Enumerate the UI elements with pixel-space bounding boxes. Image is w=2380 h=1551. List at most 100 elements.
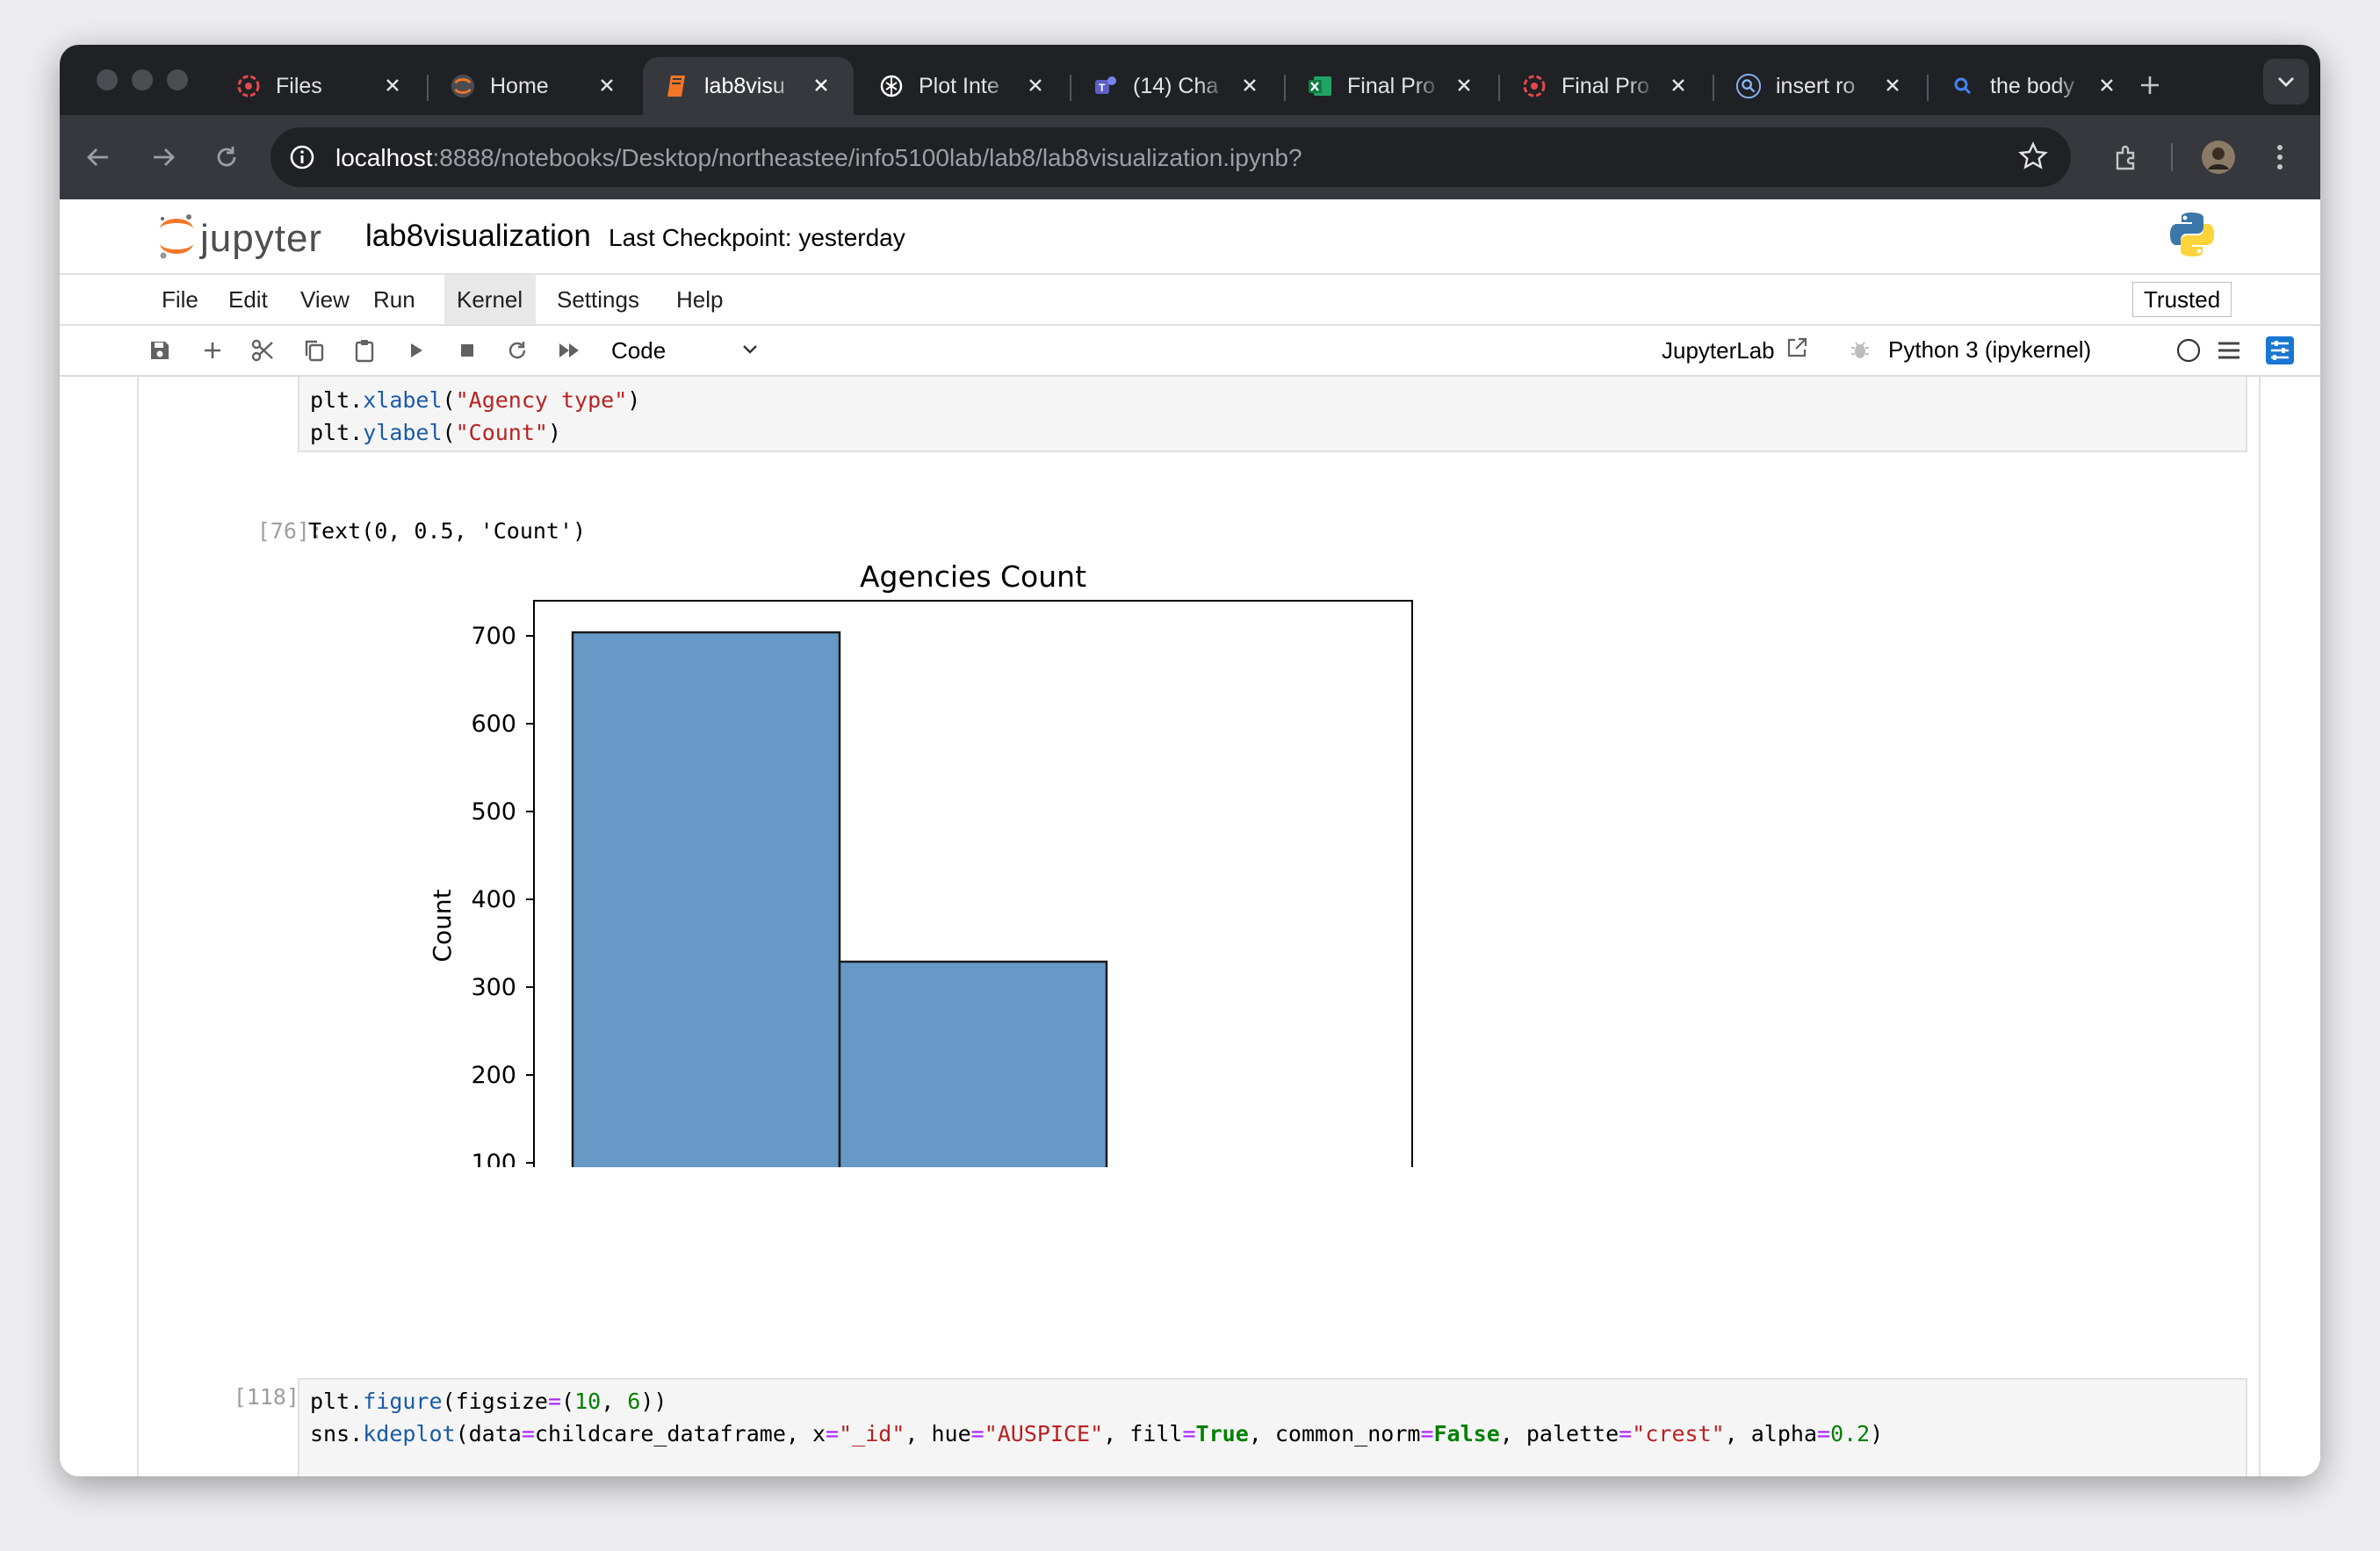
- external-link-icon: [1785, 336, 1808, 365]
- extensions-icon[interactable]: [2108, 138, 2146, 177]
- code-editor[interactable]: plt.figure(figsize=(10, 6)) sns.kdeplot(…: [310, 1385, 2246, 1476]
- chart-bar: [571, 631, 841, 1167]
- bar-chart: Agencies Count Count Agency type 0100200…: [428, 559, 1413, 1167]
- browser-window: Files Home lab8visu Plot Inte T (14) Cha: [60, 45, 2320, 1476]
- close-window-button[interactable]: [97, 69, 118, 90]
- chart-y-tick-label: 300: [471, 974, 516, 1001]
- chart-y-axis-label: Count: [428, 889, 457, 962]
- debugger-icon[interactable]: [1846, 336, 1874, 364]
- jupyter-logo-icon: [156, 212, 197, 265]
- site-info-icon[interactable]: [288, 143, 316, 176]
- menu-edit[interactable]: Edit: [216, 275, 280, 324]
- run-icon[interactable]: [402, 336, 430, 364]
- forward-button[interactable]: [144, 138, 183, 177]
- svg-text:T: T: [1099, 82, 1106, 94]
- menu-run[interactable]: Run: [361, 275, 428, 324]
- maximize-window-button[interactable]: [167, 69, 188, 90]
- jupyter-icon: [1521, 73, 1547, 99]
- close-tab-icon[interactable]: [1237, 72, 1263, 98]
- excel-icon: [1307, 73, 1333, 99]
- tab-bar: Files Home lab8visu Plot Inte T (14) Cha: [60, 45, 2320, 115]
- notebook-icon: [664, 73, 690, 99]
- browser-tab[interactable]: insert ro: [1714, 57, 1925, 115]
- jupyter-logo[interactable]: jupyter: [156, 212, 322, 265]
- property-inspector-icon[interactable]: [2264, 335, 2296, 366]
- search-icon: [1950, 73, 1976, 99]
- close-tab-icon[interactable]: [379, 72, 406, 98]
- teams-icon: T: [1093, 73, 1119, 99]
- kernel-name[interactable]: Python 3 (ipykernel): [1888, 336, 2091, 364]
- jupyter-icon: [450, 73, 476, 99]
- google-search-icon: [1735, 73, 1762, 99]
- chart-y-tick-label: 100: [471, 1150, 516, 1167]
- close-tab-icon[interactable]: [1879, 72, 1906, 98]
- code-editor[interactable]: plt.xlabel("Agency type") plt.ylabel("Co…: [310, 384, 2246, 449]
- tab-search-button[interactable]: [2263, 59, 2309, 105]
- code-cell[interactable]: plt.figure(figsize=(10, 6)) sns.kdeplot(…: [298, 1378, 2247, 1476]
- close-tab-icon[interactable]: [1451, 72, 1477, 98]
- profile-avatar[interactable]: [2199, 138, 2238, 177]
- fast-forward-icon[interactable]: [555, 336, 583, 364]
- notebook-content: plt.xlabel("Agency type") plt.ylabel("Co…: [60, 377, 2320, 1476]
- kernel-status-icon: [2174, 336, 2203, 364]
- browser-tab[interactable]: Home: [429, 57, 639, 115]
- browser-tab[interactable]: Plot Inte: [857, 57, 1068, 115]
- output-prompt: [76]:: [256, 518, 323, 544]
- trusted-indicator[interactable]: Trusted: [2132, 282, 2232, 317]
- browser-tab-active[interactable]: lab8visu: [643, 57, 854, 115]
- menu-help[interactable]: Help: [664, 275, 735, 324]
- chart-y-tick-label: 500: [471, 798, 516, 826]
- cell-type-dropdown[interactable]: Code: [611, 333, 761, 368]
- bookmark-star-icon[interactable]: [2018, 141, 2048, 176]
- close-tab-icon[interactable]: [2094, 72, 2120, 98]
- restart-icon[interactable]: [503, 336, 531, 364]
- menu-bar: File Edit View Run Kernel Settings Help …: [60, 275, 2320, 326]
- browser-tab[interactable]: Files: [214, 57, 425, 115]
- menu-settings[interactable]: Settings: [545, 275, 652, 324]
- code-cell[interactable]: plt.xlabel("Agency type") plt.ylabel("Co…: [298, 377, 2247, 452]
- reload-button[interactable]: [207, 138, 246, 177]
- notebook-panel: plt.xlabel("Agency type") plt.ylabel("Co…: [137, 377, 2261, 1476]
- browser-tab[interactable]: Final Pro: [1286, 57, 1497, 115]
- open-in-jupyterlab-link[interactable]: JupyterLab: [1662, 336, 1808, 365]
- close-tab-icon[interactable]: [594, 72, 620, 98]
- save-icon[interactable]: [146, 336, 174, 364]
- last-checkpoint: Last Checkpoint: yesterday: [609, 224, 905, 251]
- notebook-title[interactable]: lab8visualization: [365, 219, 591, 254]
- chart-y-tick-label: 700: [471, 623, 516, 650]
- chevron-down-icon: [739, 338, 761, 365]
- stop-icon[interactable]: [453, 336, 481, 364]
- paste-icon[interactable]: [350, 336, 379, 364]
- menu-view[interactable]: View: [288, 275, 362, 324]
- chart-y-tick-label: 200: [471, 1062, 516, 1089]
- minimize-window-button[interactable]: [132, 69, 153, 90]
- browser-tab[interactable]: Final Pro: [1500, 57, 1711, 115]
- close-tab-icon[interactable]: [808, 72, 834, 98]
- chart-title: Agencies Count: [860, 559, 1086, 594]
- jupyter-header: jupyter lab8visualization Last Checkpoin…: [60, 199, 2320, 275]
- add-cell-icon[interactable]: [198, 336, 227, 364]
- menu-kernel[interactable]: Kernel: [444, 275, 536, 324]
- back-button[interactable]: [79, 138, 118, 177]
- toolbar-divider: [2171, 143, 2173, 171]
- cut-icon[interactable]: [249, 336, 277, 364]
- close-tab-icon[interactable]: [1665, 72, 1691, 98]
- browser-tab[interactable]: the body: [1929, 57, 2139, 115]
- new-tab-button[interactable]: [2132, 68, 2167, 103]
- notebook-toolbar: Code JupyterLab Python 3 (ipykernel): [60, 326, 2320, 377]
- chart-y-tick-label: 400: [471, 886, 516, 913]
- menu-lines-icon[interactable]: [2215, 336, 2243, 364]
- jupyter-icon: [235, 73, 262, 99]
- address-toolbar: localhost:8888/notebooks/Desktop/northea…: [60, 115, 2320, 199]
- python-logo-icon: [2167, 210, 2217, 263]
- close-tab-icon[interactable]: [1022, 72, 1049, 98]
- copy-icon[interactable]: [300, 336, 328, 364]
- output-text: Text(0, 0.5, 'Count'): [308, 518, 587, 544]
- address-bar[interactable]: localhost:8888/notebooks/Desktop/northea…: [270, 127, 2071, 187]
- menu-file[interactable]: File: [149, 275, 211, 324]
- input-prompt: [118]:: [233, 1384, 313, 1410]
- chart-bar: [838, 960, 1108, 1167]
- browser-menu-icon[interactable]: [2261, 138, 2299, 177]
- url-text: localhost:8888/notebooks/Desktop/northea…: [335, 144, 1302, 171]
- browser-tab[interactable]: T (14) Cha: [1071, 57, 1282, 115]
